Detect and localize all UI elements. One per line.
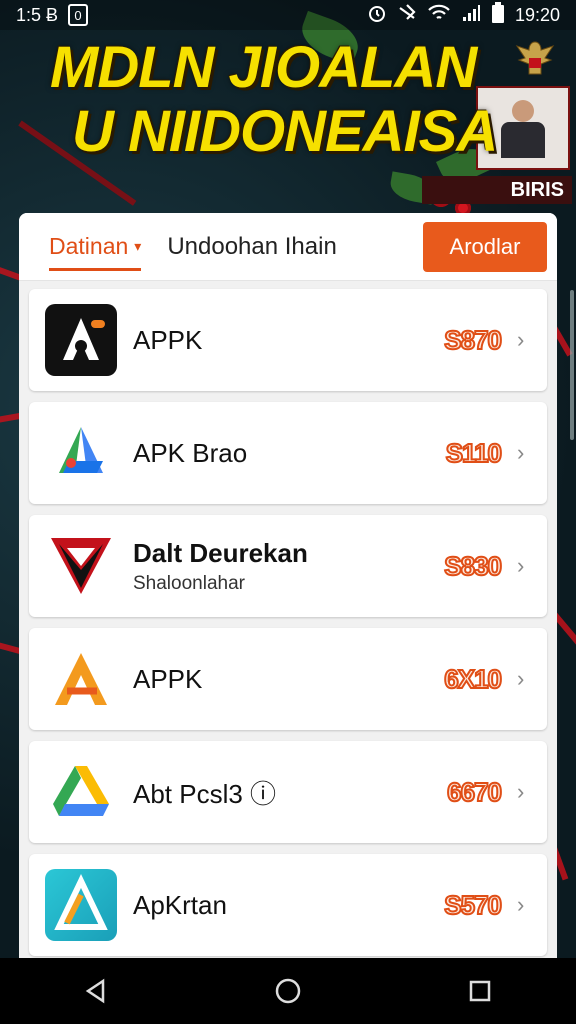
status-bar: 1:5 Ƀ 0 19:20 <box>0 0 576 30</box>
navigation-bar <box>0 958 576 1024</box>
app-title: APPK <box>133 324 203 355</box>
promo-banner[interactable]: BIRIS MDLN JIOALAN U NIIDONEAISA <box>0 10 576 216</box>
chevron-right-icon: › <box>517 779 525 804</box>
chevron-right-icon: › <box>517 327 525 352</box>
garuda-emblem-icon <box>512 38 558 78</box>
teal-triangle-icon <box>45 869 117 941</box>
banner-title-line2: U NIIDONEAISA <box>72 99 498 164</box>
app-price: S870 <box>443 324 503 356</box>
red-y-logo-icon <box>45 530 117 602</box>
chevron-right-icon: › <box>517 553 525 578</box>
clock: 19:20 <box>514 4 560 25</box>
list-item[interactable]: Abt Pcsl3 ⓘ 6670 › <box>29 741 547 843</box>
app-list: APPK S870 › APK Brao S110 › Dalt Deureka… <box>19 281 557 956</box>
action-button[interactable]: Arodlar <box>423 221 547 272</box>
list-item[interactable]: APK Brao S110 › <box>29 402 547 504</box>
signal-icon <box>461 3 481 28</box>
scrollbar[interactable] <box>570 290 574 440</box>
app-price: S570 <box>443 889 503 921</box>
caret-down-icon: ▾ <box>134 237 142 254</box>
list-item[interactable]: APPK S870 › <box>29 289 547 391</box>
app-title: Dalt Deurekan <box>133 537 308 568</box>
recents-icon[interactable] <box>450 966 510 1016</box>
alarm-icon <box>367 3 387 28</box>
app-price: S830 <box>443 550 503 582</box>
app-title: Abt Pcsl3 ⓘ <box>133 778 277 809</box>
app-title: ApKrtan <box>133 889 227 920</box>
list-item[interactable]: APPK 6X10 › <box>29 628 547 730</box>
chevron-right-icon: › <box>517 666 525 691</box>
app-price: S110 <box>445 437 503 469</box>
status-left-text: 1:5 Ƀ <box>16 4 59 25</box>
app-title: APPK <box>133 663 203 694</box>
tab-active-label: Datinan <box>49 232 129 259</box>
app-title: APK Brao <box>133 437 248 468</box>
black-a-logo-icon <box>45 304 117 376</box>
orange-a-logo-icon <box>45 643 117 715</box>
battery-icon <box>491 1 505 29</box>
back-icon[interactable] <box>66 966 126 1016</box>
tab-bar: Datinan ▾ Undoohan Ihain Arodlar <box>19 213 557 281</box>
home-icon[interactable] <box>258 966 318 1016</box>
list-item[interactable]: Dalt Deurekan Shaloonlahar S830 › <box>29 515 547 617</box>
bluetooth-icon <box>397 3 417 28</box>
banner-title: MDLN JIOALAN U NIIDONEAISA <box>50 36 510 164</box>
banner-title-line1: MDLN JIOALAN <box>50 35 477 100</box>
drive-triangle-icon <box>45 756 117 828</box>
chevron-right-icon: › <box>517 892 525 917</box>
app-subtitle: Shaloonlahar <box>133 572 245 594</box>
app-price: 6670 <box>446 776 503 808</box>
notification-badge: 0 <box>68 4 89 26</box>
app-price: 6X10 <box>443 663 503 695</box>
list-item[interactable]: ApKrtan S570 › <box>29 854 547 956</box>
chevron-right-icon: › <box>517 440 525 465</box>
app-list-card: Datinan ▾ Undoohan Ihain Arodlar APPK S8… <box>19 213 557 973</box>
colorful-triangle-icon <box>45 417 117 489</box>
tab-active[interactable]: Datinan ▾ <box>49 232 142 271</box>
wifi-icon <box>427 3 451 28</box>
tab-second[interactable]: Undoohan Ihain <box>167 233 336 261</box>
banner-side-label: BIRIS <box>422 176 572 204</box>
